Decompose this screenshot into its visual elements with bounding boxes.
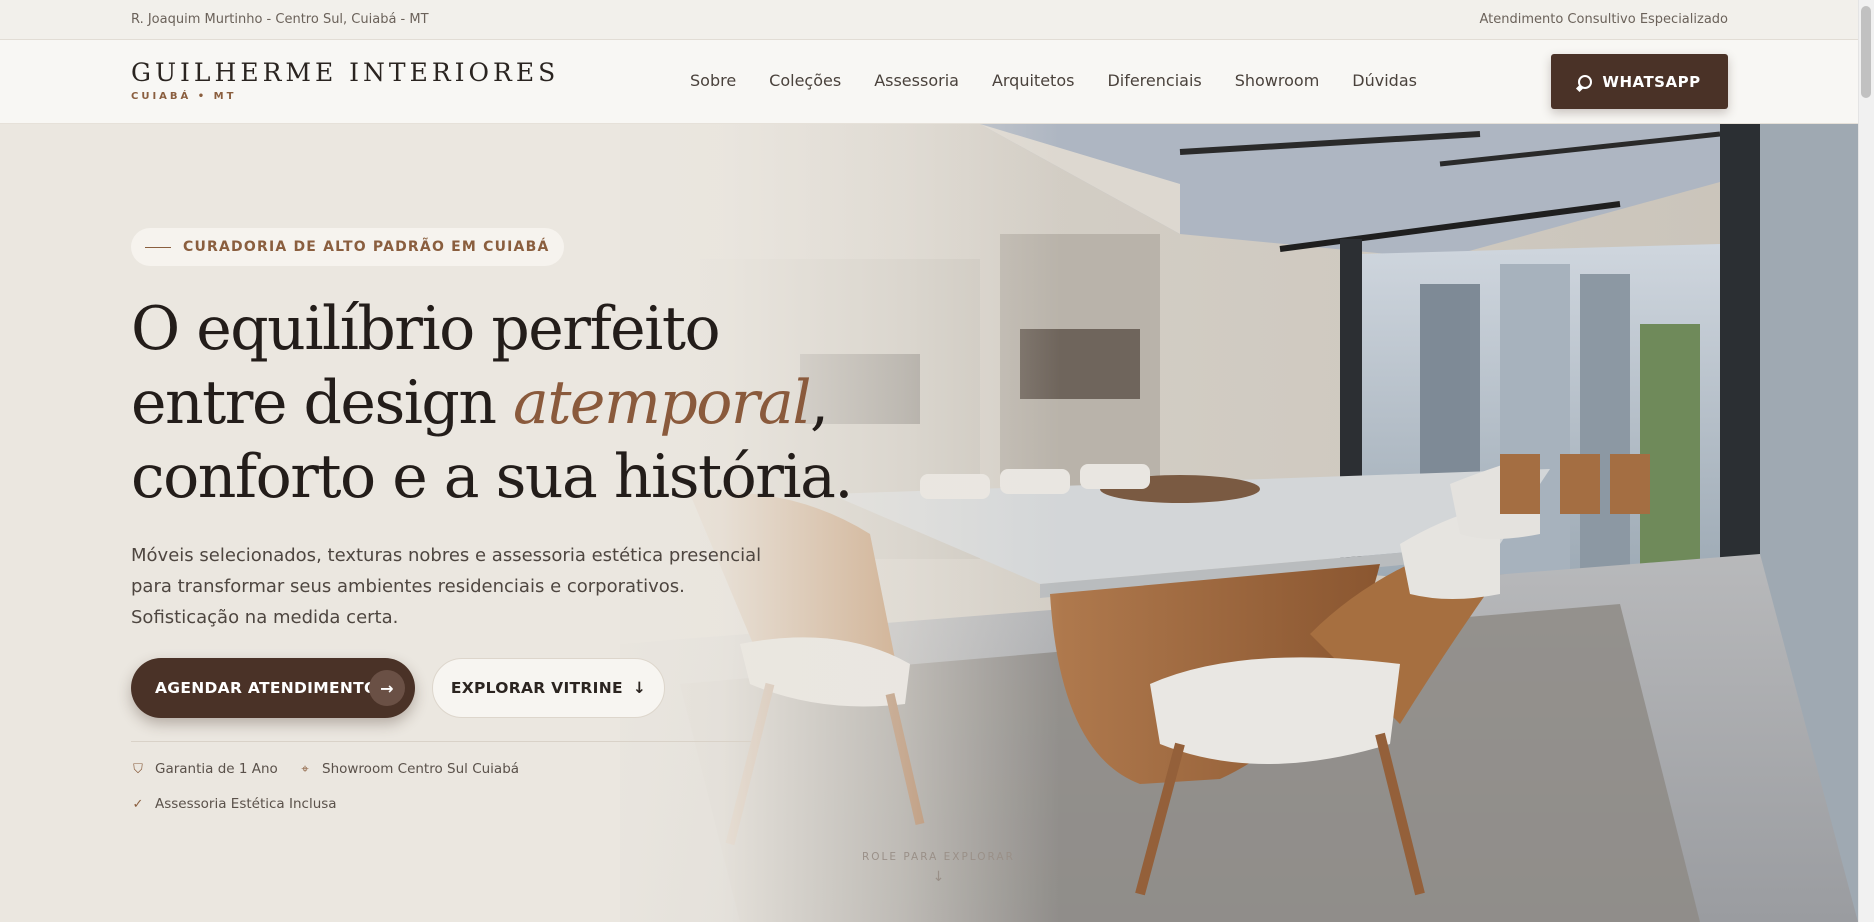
check-icon: ✓ bbox=[132, 796, 144, 812]
hero-divider bbox=[131, 741, 751, 742]
service-text: Atendimento Consultivo Especializado bbox=[1479, 12, 1728, 27]
chat-bubble-icon bbox=[1578, 74, 1593, 89]
map-pin-icon: ⌖ bbox=[301, 761, 309, 777]
whatsapp-button[interactable]: WHATSAPP bbox=[1551, 54, 1728, 109]
hero-tag: CURADORIA DE ALTO PADRÃO EM CUIABÁ bbox=[131, 228, 564, 266]
nav-item-assessoria[interactable]: Assessoria bbox=[874, 71, 959, 90]
explore-showcase-label: EXPLORAR VITRINE bbox=[450, 679, 623, 697]
arrow-down-icon: ↓ bbox=[632, 679, 647, 697]
headline-line-1: O equilíbrio perfeito bbox=[131, 294, 721, 364]
schedule-appointment-button[interactable]: AGENDAR ATENDIMENTO → bbox=[131, 658, 415, 718]
feature-advisory: ✓ Assessoria Estética Inclusa bbox=[131, 796, 337, 812]
site-header: GUILHERME INTERIORES CUIABÁ • MT Sobre C… bbox=[0, 40, 1858, 124]
page-scrollbar[interactable] bbox=[1858, 0, 1874, 922]
headline-line-2-pre: entre design bbox=[131, 368, 514, 438]
feature-warranty-label: Garantia de 1 Ano bbox=[155, 761, 278, 777]
nav-item-diferenciais[interactable]: Diferenciais bbox=[1107, 71, 1201, 90]
hero-headline: O equilíbrio perfeito entre design atemp… bbox=[131, 292, 853, 514]
explore-showcase-button[interactable]: EXPLORAR VITRINE ↓ bbox=[432, 658, 665, 718]
feature-warranty: ⛉ Garantia de 1 Ano bbox=[131, 761, 278, 777]
tag-line-decor bbox=[145, 246, 171, 248]
address-text: R. Joaquim Murtinho - Centro Sul, Cuiabá… bbox=[131, 12, 429, 27]
nav-item-showroom[interactable]: Showroom bbox=[1235, 71, 1320, 90]
scroll-down-icon: ↓ bbox=[932, 869, 945, 885]
headline-line-3: conforto e a sua história. bbox=[131, 442, 853, 512]
nav-item-sobre[interactable]: Sobre bbox=[690, 71, 736, 90]
top-info-bar: R. Joaquim Murtinho - Centro Sul, Cuiabá… bbox=[0, 0, 1858, 40]
nav-item-arquitetos[interactable]: Arquitetos bbox=[992, 71, 1075, 90]
brand-name: GUILHERME INTERIORES bbox=[131, 58, 560, 87]
hero-section: CURADORIA DE ALTO PADRÃO EM CUIABÁ O equ… bbox=[0, 124, 1858, 922]
brand-logo[interactable]: GUILHERME INTERIORES CUIABÁ • MT bbox=[131, 58, 559, 102]
feature-showroom: ⌖ Showroom Centro Sul Cuiabá bbox=[298, 761, 519, 777]
headline-emphasis: atemporal bbox=[513, 368, 811, 438]
nav-item-duvidas[interactable]: Dúvidas bbox=[1352, 71, 1417, 90]
feature-advisory-label: Assessoria Estética Inclusa bbox=[155, 796, 337, 812]
scroll-hint-label: ROLE PARA EXPLORAR bbox=[862, 851, 1015, 863]
shield-icon: ⛉ bbox=[133, 761, 143, 777]
feature-showroom-label: Showroom Centro Sul Cuiabá bbox=[322, 761, 520, 777]
arrow-right-icon: → bbox=[369, 670, 405, 706]
main-nav: Sobre Coleções Assessoria Arquitetos Dif… bbox=[690, 71, 1450, 90]
scrollbar-thumb[interactable] bbox=[1861, 6, 1871, 98]
hero-lead: Móveis selecionados, texturas nobres e a… bbox=[131, 545, 762, 628]
whatsapp-label: WHATSAPP bbox=[1602, 72, 1701, 91]
headline-line-2-post: , bbox=[810, 368, 829, 438]
nav-item-colecoes[interactable]: Coleções bbox=[769, 71, 841, 90]
brand-location: CUIABÁ • MT bbox=[131, 91, 237, 102]
scroll-hint[interactable]: ROLE PARA EXPLORAR ↓ bbox=[862, 851, 1015, 885]
hero-tag-label: CURADORIA DE ALTO PADRÃO EM CUIABÁ bbox=[183, 239, 550, 255]
schedule-appointment-label: AGENDAR ATENDIMENTO bbox=[155, 679, 378, 697]
photo-fade-overlay bbox=[540, 124, 1060, 922]
